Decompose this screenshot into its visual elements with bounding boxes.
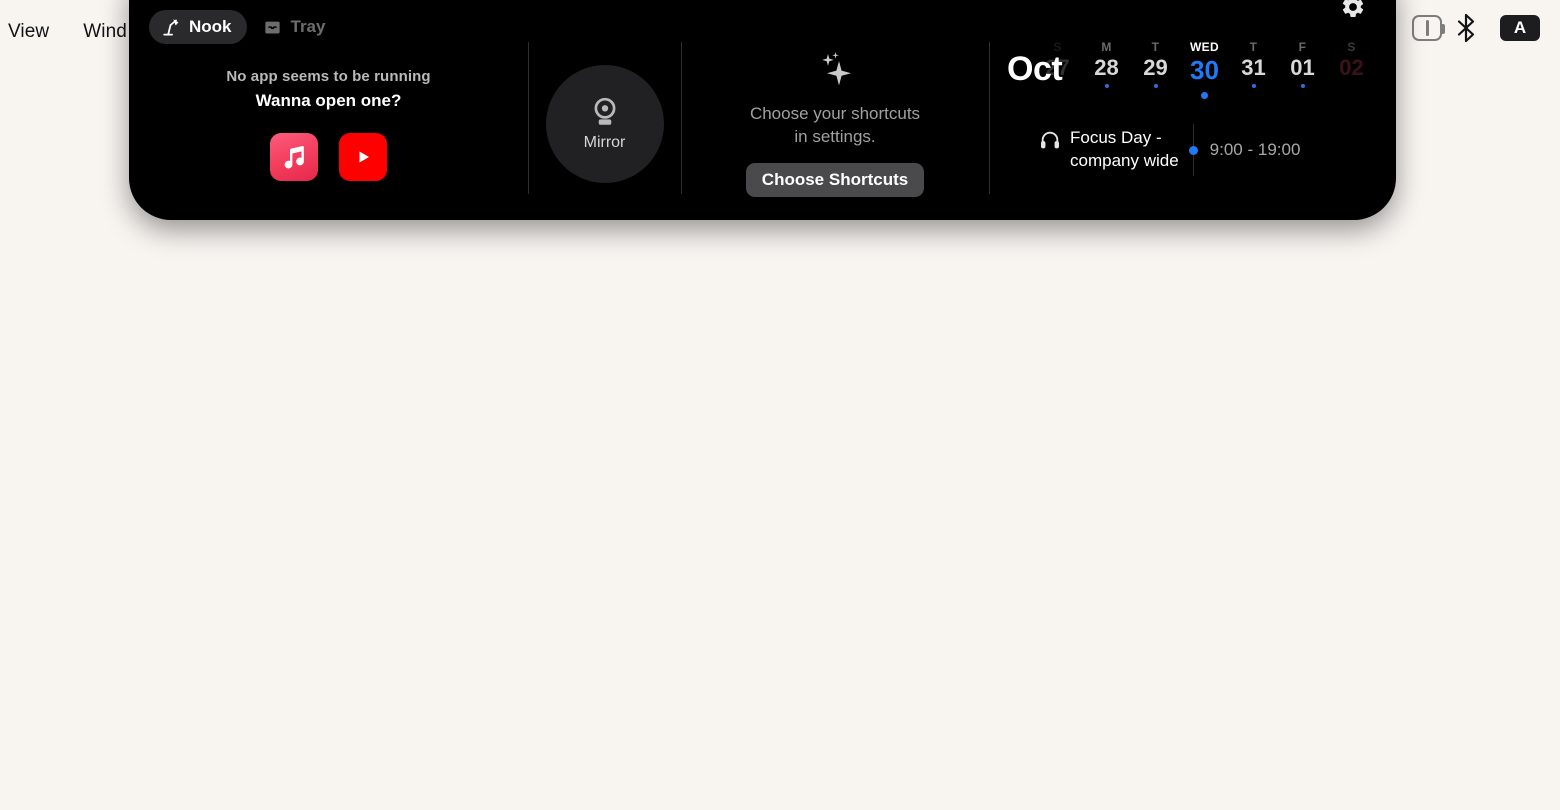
calendar-day-number: 30 <box>1190 55 1219 85</box>
calendar-day-number: 28 <box>1094 55 1119 80</box>
bluetooth-icon <box>1457 13 1475 43</box>
choose-shortcuts-button[interactable]: Choose Shortcuts <box>745 163 925 198</box>
sparkles-icon <box>822 51 851 85</box>
calendar-day-28[interactable]: M 28 <box>1082 40 1131 88</box>
event-title-line2: company wide <box>1070 151 1179 170</box>
menu-bar-left-items: View Wind <box>0 0 127 56</box>
calendar-day-of-week: S <box>1347 40 1356 54</box>
shortcuts-hint-line2: in settings. <box>794 126 876 146</box>
battery-warning-icon <box>1412 15 1445 41</box>
calendar-day-event-dot <box>1350 84 1354 88</box>
status-bluetooth[interactable] <box>1456 13 1476 43</box>
calendar-day-of-week: WED <box>1190 40 1219 54</box>
app-launch-buttons <box>270 132 387 181</box>
event-time: 9:00 - 19:00 <box>1209 140 1301 159</box>
calendar-day-number: 31 <box>1241 55 1266 80</box>
mirror-button[interactable]: Mirror <box>545 65 664 183</box>
headphones-icon <box>1041 131 1059 149</box>
calendar-day-event-dot <box>1153 84 1158 88</box>
input-source-badge: A <box>1500 15 1540 41</box>
now-playing-section: No app seems to be running Wanna open on… <box>129 28 528 220</box>
calendar-section: Oct S 27 M 28 T 29 WED 30 T 31 F 01 S 02 Focus Day - … <box>989 28 1396 220</box>
wanna-open-one-text: Wanna open one? <box>255 90 402 110</box>
event-title-group: Focus Day - company wide <box>1039 127 1179 173</box>
calendar-day-29[interactable]: T 29 <box>1131 40 1180 88</box>
calendar-event-row[interactable]: Focus Day - company wide 9:00 - 19:00 <box>1039 124 1300 176</box>
calendar-day-of-week: T <box>1151 40 1160 54</box>
nook-panel: Nook Tray No app seems to be running Wan… <box>129 0 1396 220</box>
menu-item-view[interactable]: View <box>8 16 49 41</box>
calendar-day-number: 29 <box>1143 55 1168 80</box>
calendar-day-02[interactable]: S 02 <box>1327 40 1376 88</box>
calendar-days-row: S 27 M 28 T 29 WED 30 T 31 F 01 S 02 <box>1033 40 1376 99</box>
calendar-day-event-dot <box>1201 92 1208 99</box>
calendar-day-of-week: F <box>1298 40 1307 54</box>
calendar-day-of-week: T <box>1249 40 1258 54</box>
status-battery-warning[interactable] <box>1398 15 1456 41</box>
shortcuts-section: Choose your shortcuts in settings. Choos… <box>681 28 989 220</box>
event-title-line1: Focus Day - <box>1070 128 1162 148</box>
shortcuts-hint-text: Choose your shortcuts in settings. <box>750 103 920 149</box>
calendar-week-strip: Oct S 27 M 28 T 29 WED 30 T 31 F 01 S 02 <box>989 34 1396 104</box>
settings-button[interactable] <box>1340 0 1366 25</box>
no-app-running-text: No app seems to be running <box>226 67 431 85</box>
mirror-label: Mirror <box>583 134 626 151</box>
apple-music-icon[interactable] <box>270 132 318 181</box>
panel-content: No app seems to be running Wanna open on… <box>129 28 1396 220</box>
menu-bar-status-items: A <box>1398 0 1560 56</box>
calendar-day-event-dot <box>1251 84 1256 88</box>
calendar-day-event-dot <box>1104 84 1109 88</box>
exclamation-mark-icon <box>1425 20 1429 36</box>
calendar-day-event-dot <box>1300 84 1305 88</box>
gear-icon <box>1342 0 1364 17</box>
calendar-day-number: 01 <box>1290 55 1315 80</box>
event-status-dot <box>1188 145 1198 155</box>
calendar-day-of-week: M <box>1101 40 1112 54</box>
event-title: Focus Day - company wide <box>1070 127 1179 173</box>
music-note-glyph <box>284 145 304 168</box>
calendar-month-label: Oct <box>1007 50 1063 88</box>
mirror-section: Mirror <box>528 28 681 220</box>
menu-item-window[interactable]: Wind <box>83 16 127 41</box>
youtube-play-glyph <box>346 144 380 169</box>
calendar-day-30[interactable]: WED 30 <box>1180 40 1229 99</box>
calendar-day-31[interactable]: T 31 <box>1229 40 1278 88</box>
desktop-background: View Wind A Nook Tray No app seems to be… <box>0 0 1560 810</box>
status-input-source[interactable]: A <box>1500 15 1546 41</box>
youtube-icon[interactable] <box>339 132 387 181</box>
calendar-day-number: 02 <box>1339 55 1364 80</box>
webcam-icon <box>594 97 615 125</box>
shortcuts-hint-line1: Choose your shortcuts <box>749 103 921 123</box>
calendar-day-01[interactable]: F 01 <box>1278 40 1327 88</box>
